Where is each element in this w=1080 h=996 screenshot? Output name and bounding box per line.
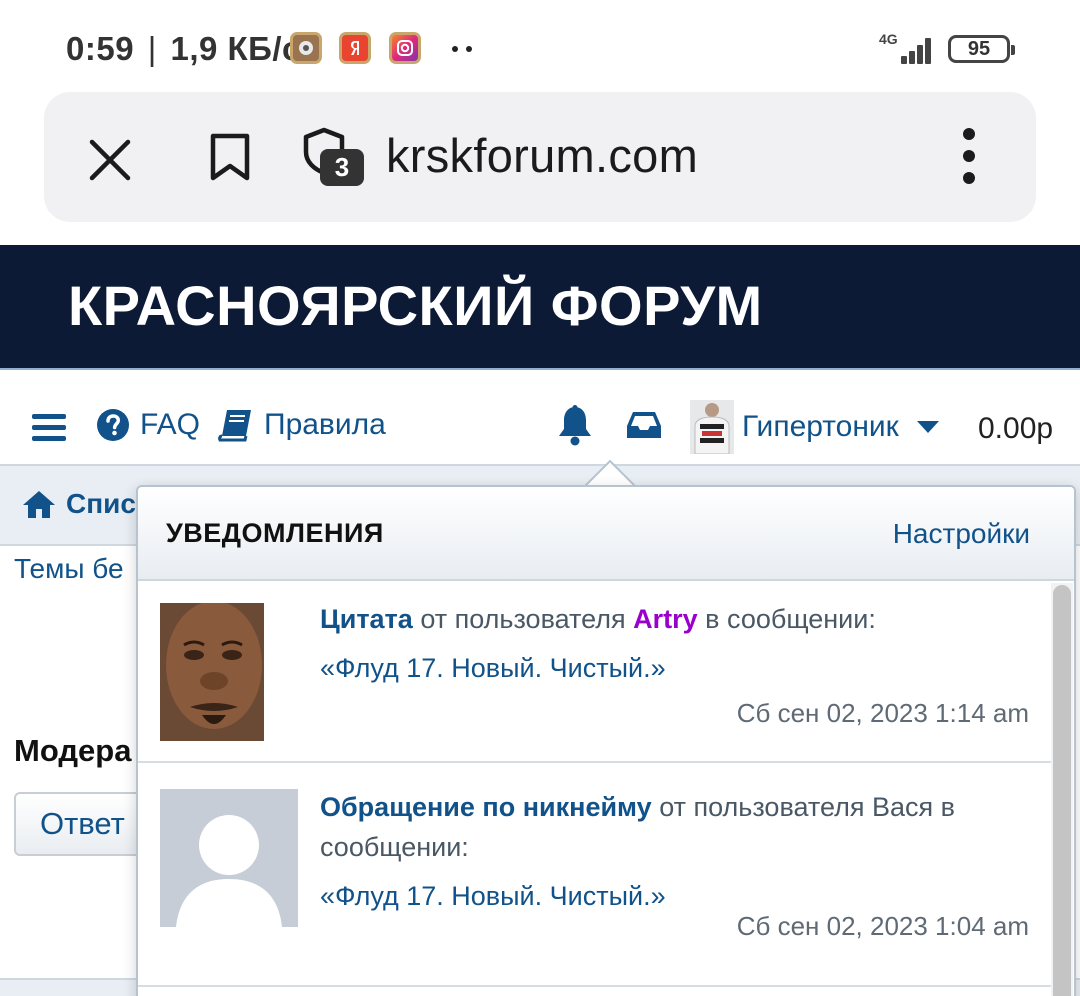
notification-type: Обращение по никнейму — [320, 792, 652, 822]
notification-avatar-default — [160, 789, 298, 927]
breadcrumb-home-link[interactable]: Спис — [22, 488, 136, 520]
instagram-app-icon — [389, 32, 421, 64]
notifications-dropdown: УВЕДОМЛЕНИЯ Настройки Цитата от пользова… — [136, 485, 1076, 996]
breadcrumb-home-label: Спис — [66, 488, 136, 519]
battery-indicator: 95 — [948, 35, 1015, 63]
notification-username: Artry — [633, 604, 698, 634]
notification-text: Цитата от пользователя Artry в сообщении… — [320, 599, 1020, 688]
close-icon[interactable] — [86, 136, 134, 184]
faq-label: FAQ — [140, 408, 201, 441]
scrollbar-thumb[interactable] — [1053, 585, 1071, 996]
notifications-scrollbar[interactable] — [1051, 583, 1073, 996]
notifications-header: УВЕДОМЛЕНИЯ Настройки — [138, 487, 1074, 581]
signal-icon — [893, 36, 935, 64]
protection-shield-icon[interactable]: 3 — [300, 126, 370, 188]
browser-menu-icon[interactable] — [954, 128, 984, 188]
faq-link[interactable]: FAQ — [96, 408, 200, 442]
shield-count-badge: 3 — [320, 149, 364, 186]
home-icon — [23, 491, 55, 518]
status-bar: 0:59 | 1,9 КБ/с 4G 95 — [0, 0, 1080, 90]
notification-time: Сб сен 02, 2023 1:14 am — [736, 698, 1029, 728]
clock: 0:59 — [66, 30, 135, 67]
network-speed: 1,9 КБ/с — [170, 30, 301, 67]
notification-topic: «Флуд 17. Новый. Чистый.» — [320, 653, 666, 683]
notification-type: Цитата — [320, 604, 413, 634]
rules-label: Правила — [264, 408, 386, 441]
user-avatar[interactable] — [690, 400, 734, 454]
moderators-heading: Модера — [14, 733, 132, 768]
bookmark-icon[interactable] — [206, 132, 254, 182]
rules-link[interactable]: Правила — [218, 408, 386, 442]
question-circle-icon — [97, 409, 129, 441]
notification-item[interactable]: Обращение по никнейму от пользователя Ва… — [138, 765, 1051, 987]
notification-text: Обращение по никнейму от пользователя Ва… — [320, 787, 1035, 916]
forum-nav-bar: FAQ Правила Гипертоник 0.00р — [0, 370, 1080, 464]
yandex-app-icon — [339, 32, 371, 64]
more-notifications-icon — [452, 46, 476, 52]
hamburger-menu-icon[interactable] — [32, 414, 66, 442]
notification-from-text: от пользователя — [420, 604, 626, 634]
book-icon — [218, 410, 251, 442]
separator: | — [147, 30, 157, 67]
inbox-icon — [627, 412, 661, 438]
reply-button-label: Ответ — [40, 806, 125, 841]
site-header: КРАСНОЯРСКИЙ ФОРУМ — [0, 245, 1080, 368]
browser-address-bar: 3 krskforum.com — [44, 92, 1036, 222]
unanswered-topics-link[interactable]: Темы бе — [14, 553, 124, 585]
bell-icon — [559, 405, 591, 446]
caret-down-icon — [916, 421, 939, 433]
dropdown-pointer — [584, 459, 636, 487]
user-balance: 0.00р — [978, 412, 1054, 445]
notification-time: Сб сен 02, 2023 1:04 am — [736, 911, 1029, 941]
username: Гипертоник — [742, 410, 899, 443]
site-title[interactable]: КРАСНОЯРСКИЙ ФОРУМ — [68, 273, 763, 338]
notifications-button[interactable] — [556, 404, 594, 446]
notification-item[interactable]: Цитата от пользователя Artry в сообщении… — [138, 583, 1051, 763]
notification-from-text: от пользователя — [659, 792, 865, 822]
notification-topic: «Флуд 17. Новый. Чистый.» — [320, 881, 666, 911]
notifications-settings-link[interactable]: Настройки — [893, 518, 1030, 550]
notifications-title: УВЕДОМЛЕНИЯ — [166, 518, 384, 548]
notification-in-text: в сообщении: — [705, 604, 876, 634]
private-messages-button[interactable] — [626, 410, 662, 440]
status-time: 0:59 | 1,9 КБ/с — [66, 30, 301, 68]
camera-app-icon — [290, 32, 322, 64]
notification-avatar — [160, 603, 264, 741]
user-menu[interactable]: Гипертоник — [742, 410, 941, 444]
notification-username: Вася — [872, 792, 934, 822]
url-field[interactable]: krskforum.com — [386, 128, 698, 183]
